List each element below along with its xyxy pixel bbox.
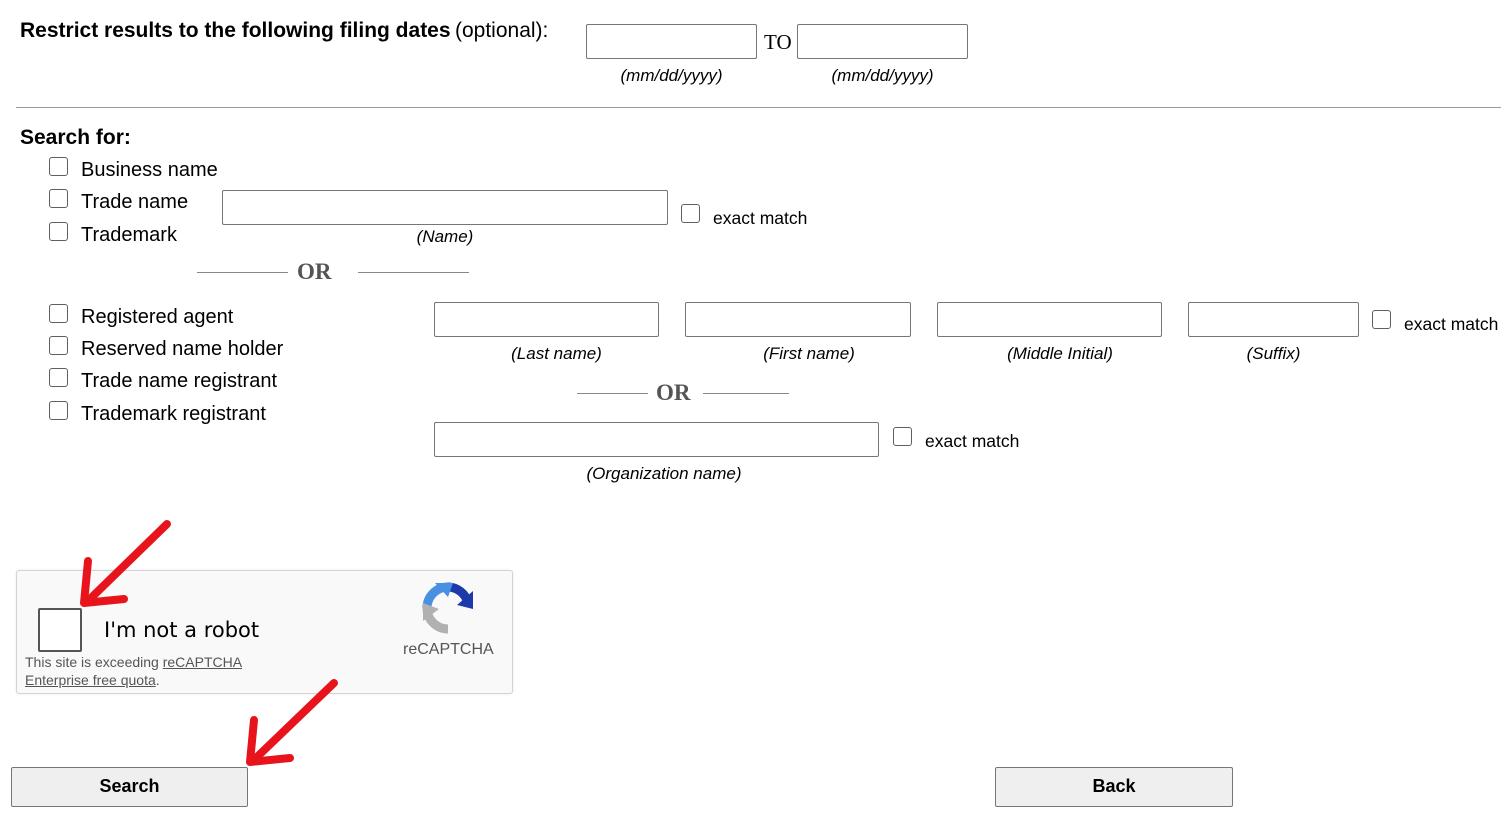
section-divider xyxy=(16,107,1501,108)
filing-dates-label-optional: (optional): xyxy=(455,19,549,42)
business-name-label: Business name xyxy=(81,159,218,181)
suffix-input[interactable] xyxy=(1188,302,1359,337)
person-exact-match-label: exact match xyxy=(1404,314,1499,334)
suffix-hint: (Suffix) xyxy=(1246,344,1301,363)
trade-name-registrant-checkbox[interactable] xyxy=(49,368,68,387)
first-name-hint: (First name) xyxy=(763,344,855,363)
organization-name-input[interactable] xyxy=(434,422,879,457)
or-separator-1: OR xyxy=(297,259,332,284)
recaptcha-label: I'm not a robot xyxy=(104,618,260,642)
or-divider-left xyxy=(197,272,288,273)
filing-dates-label-bold: Restrict results to the following filing… xyxy=(20,19,451,42)
or-divider-right xyxy=(358,272,469,273)
middle-initial-input[interactable] xyxy=(937,302,1162,337)
annotation-arrow-icon xyxy=(80,520,171,607)
trade-name-registrant-label: Trade name registrant xyxy=(81,370,278,392)
reserved-name-holder-checkbox[interactable] xyxy=(49,336,68,355)
recaptcha-brand: reCAPTCHA xyxy=(403,641,494,658)
filing-date-to-input[interactable] xyxy=(797,24,968,59)
trade-name-checkbox[interactable] xyxy=(49,189,68,208)
trademark-registrant-checkbox[interactable] xyxy=(49,401,68,420)
org-exact-match-label: exact match xyxy=(925,431,1020,451)
search-button[interactable]: Search xyxy=(11,767,248,807)
registered-agent-label: Registered agent xyxy=(81,306,234,328)
business-name-checkbox[interactable] xyxy=(49,157,68,176)
to-label: TO xyxy=(764,30,792,54)
recaptcha-notice-suffix: . xyxy=(155,672,160,688)
back-button[interactable]: Back xyxy=(995,767,1233,807)
or-separator-2: OR xyxy=(656,380,691,405)
organization-name-hint: (Organization name) xyxy=(586,464,742,483)
search-for-heading: Search for: xyxy=(20,126,131,149)
first-name-input[interactable] xyxy=(685,302,911,337)
filing-date-from-hint: (mm/dd/yyyy) xyxy=(620,66,723,85)
middle-initial-hint: (Middle Initial) xyxy=(1007,344,1113,363)
recaptcha-notice-prefix: This site is exceeding xyxy=(25,654,163,670)
person-exact-match-checkbox[interactable] xyxy=(1372,310,1391,329)
trademark-checkbox[interactable] xyxy=(49,222,68,241)
name-exact-match-checkbox[interactable] xyxy=(681,204,700,223)
org-exact-match-checkbox[interactable] xyxy=(893,427,912,446)
last-name-hint: (Last name) xyxy=(511,344,602,363)
name-exact-match-label: exact match xyxy=(713,208,808,228)
filing-date-from-input[interactable] xyxy=(586,24,757,59)
trademark-registrant-label: Trademark registrant xyxy=(81,403,266,425)
name-hint: (Name) xyxy=(416,227,474,246)
last-name-input[interactable] xyxy=(434,302,659,337)
filing-dates-label: Restrict results to the following filing… xyxy=(20,19,548,43)
recaptcha-logo-icon xyxy=(422,582,473,634)
annotation-arrow-icon xyxy=(246,679,338,766)
trademark-label: Trademark xyxy=(81,224,177,246)
registered-agent-checkbox[interactable] xyxy=(49,304,68,323)
reserved-name-holder-label: Reserved name holder xyxy=(81,338,284,360)
trade-name-label: Trade name xyxy=(81,191,189,213)
name-input[interactable] xyxy=(222,190,668,225)
filing-date-to-hint: (mm/dd/yyyy) xyxy=(831,66,934,85)
or2-divider-right xyxy=(703,393,789,394)
or2-divider-left xyxy=(577,393,648,394)
